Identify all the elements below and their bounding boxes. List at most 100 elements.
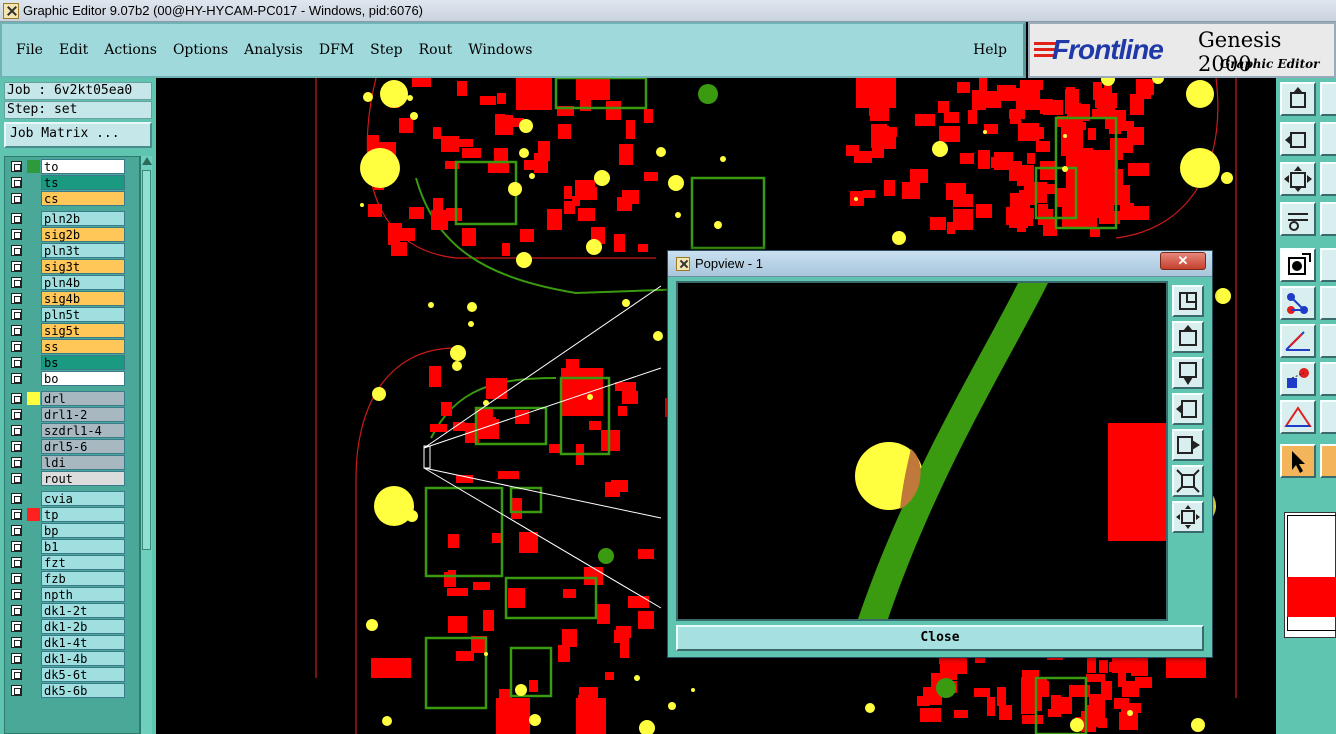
layer-checkbox[interactable]: [11, 637, 22, 648]
layer-checkbox[interactable]: [11, 325, 22, 336]
overview-minimap[interactable]: [1284, 512, 1336, 638]
layer-row[interactable]: bo: [7, 371, 139, 386]
layer-checkbox[interactable]: [11, 373, 22, 384]
layer-row[interactable]: pln5t: [7, 307, 139, 322]
pan-left-button[interactable]: [1280, 122, 1316, 156]
layer-checkbox[interactable]: [11, 293, 22, 304]
layer-row[interactable]: sig2b: [7, 227, 139, 242]
layer-checkbox[interactable]: [11, 161, 22, 172]
job-matrix-button[interactable]: Job Matrix ...: [4, 122, 152, 148]
layer-row[interactable]: szdrl1-4: [7, 423, 139, 438]
layer-row[interactable]: dk1-2t: [7, 603, 139, 618]
layer-checkbox[interactable]: [11, 541, 22, 552]
layer-name[interactable]: dk5-6b: [41, 683, 125, 698]
layer-name[interactable]: bo: [41, 371, 125, 386]
layer-name[interactable]: dk5-6t: [41, 667, 125, 682]
angle-button[interactable]: [1280, 324, 1316, 358]
menu-windows[interactable]: Windows: [468, 42, 532, 58]
triangle-measure-button[interactable]: [1280, 400, 1316, 434]
layer-checkbox[interactable]: [11, 245, 22, 256]
popview-pan-up-button[interactable]: [1172, 321, 1204, 353]
layer-name[interactable]: ldi: [41, 455, 125, 470]
menu-step[interactable]: Step: [370, 42, 402, 58]
layer-checkbox[interactable]: [11, 621, 22, 632]
layer-row[interactable]: dk1-2b: [7, 619, 139, 634]
layer-row[interactable]: bs: [7, 355, 139, 370]
layer-name[interactable]: bp: [41, 523, 125, 538]
pointer-alt-button[interactable]: [1320, 444, 1336, 478]
popview-close-button[interactable]: Close: [676, 625, 1204, 651]
scroll-up-icon[interactable]: [142, 157, 152, 165]
layer-row[interactable]: dk5-6b: [7, 683, 139, 698]
layer-row[interactable]: b1: [7, 539, 139, 554]
layer-name[interactable]: dk1-2b: [41, 619, 125, 634]
layer-name[interactable]: sig5t: [41, 323, 125, 338]
popview-zoom-out-button[interactable]: [1172, 465, 1204, 497]
menu-rout[interactable]: Rout: [419, 42, 453, 58]
layer-row[interactable]: pln2b: [7, 211, 139, 226]
layer-checkbox[interactable]: [11, 493, 22, 504]
layer-name[interactable]: dk1-4t: [41, 635, 125, 650]
layer-row[interactable]: ss: [7, 339, 139, 354]
popview-zoom-button[interactable]: [1172, 285, 1204, 317]
layer-checkbox[interactable]: [11, 525, 22, 536]
layer-row[interactable]: bp: [7, 523, 139, 538]
layer-name[interactable]: rout: [41, 471, 125, 486]
layer-row[interactable]: to: [7, 159, 139, 174]
zoom-fit-button[interactable]: [1280, 162, 1316, 196]
popview-title-bar[interactable]: Popview - 1 ✕: [668, 251, 1212, 277]
layer-name[interactable]: npth: [41, 587, 125, 602]
pan-left-alt-button[interactable]: [1320, 122, 1336, 156]
popview-canvas[interactable]: [676, 281, 1168, 621]
menu-help[interactable]: Help: [973, 42, 1007, 58]
measure-button[interactable]: [1280, 202, 1316, 236]
layer-name[interactable]: dk1-4b: [41, 651, 125, 666]
zoom-fit-alt-button[interactable]: [1320, 162, 1336, 196]
layer-name[interactable]: fzb: [41, 571, 125, 586]
popview-pan-down-button[interactable]: [1172, 357, 1204, 389]
layer-row[interactable]: npth: [7, 587, 139, 602]
popview-pan-right-button[interactable]: [1172, 429, 1204, 461]
layer-checkbox[interactable]: [11, 409, 22, 420]
layer-checkbox[interactable]: [11, 229, 22, 240]
pan-up-button[interactable]: [1280, 82, 1316, 116]
layer-checkbox[interactable]: [11, 393, 22, 404]
layer-name[interactable]: tp: [41, 507, 125, 522]
layer-checkbox[interactable]: [11, 653, 22, 664]
layer-checkbox[interactable]: [11, 441, 22, 452]
layer-name[interactable]: ss: [41, 339, 125, 354]
layer-checkbox[interactable]: [11, 177, 22, 188]
layer-name[interactable]: ts: [41, 175, 125, 190]
menu-dfm[interactable]: DFM: [319, 42, 354, 58]
layer-checkbox[interactable]: [11, 669, 22, 680]
layer-checkbox[interactable]: [11, 277, 22, 288]
scroll-thumb[interactable]: [142, 170, 151, 550]
measure-alt-button[interactable]: [1320, 202, 1336, 236]
layer-row[interactable]: dk1-4b: [7, 651, 139, 666]
layer-checkbox[interactable]: [11, 261, 22, 272]
layer-name[interactable]: drl5-6: [41, 439, 125, 454]
layer-name[interactable]: pln3t: [41, 243, 125, 258]
layer-name[interactable]: szdrl1-4: [41, 423, 125, 438]
layer-name[interactable]: cs: [41, 191, 125, 206]
layer-row[interactable]: fzb: [7, 571, 139, 586]
layer-row[interactable]: drl5-6: [7, 439, 139, 454]
layer-name[interactable]: drl1-2: [41, 407, 125, 422]
close-icon[interactable]: ✕: [1160, 252, 1206, 270]
layer-row[interactable]: dk5-6t: [7, 667, 139, 682]
layer-row[interactable]: ldi: [7, 455, 139, 470]
layer-row[interactable]: drl1-2: [7, 407, 139, 422]
layer-list-scrollbar[interactable]: [140, 156, 152, 734]
layer-row[interactable]: sig4b: [7, 291, 139, 306]
select-alt-button[interactable]: [1320, 248, 1336, 282]
layer-name[interactable]: b1: [41, 539, 125, 554]
select-feature-button[interactable]: [1280, 248, 1316, 282]
layer-name[interactable]: to: [41, 159, 125, 174]
layer-checkbox[interactable]: [11, 473, 22, 484]
menu-options[interactable]: Options: [173, 42, 228, 58]
layer-checkbox[interactable]: [11, 685, 22, 696]
menu-edit[interactable]: Edit: [59, 42, 88, 58]
menu-analysis[interactable]: Analysis: [244, 42, 303, 58]
layer-checkbox[interactable]: [11, 213, 22, 224]
snap-alt-button[interactable]: [1320, 362, 1336, 396]
